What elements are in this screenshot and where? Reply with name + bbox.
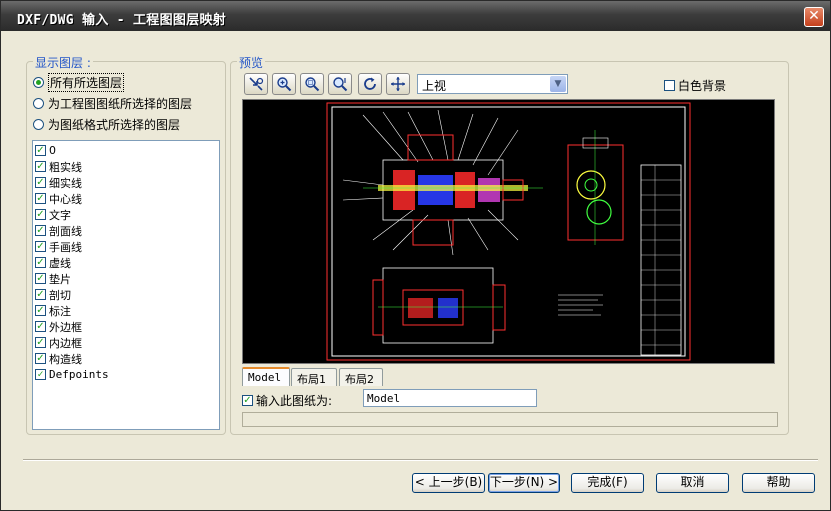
layer-label: 构造线 [49, 352, 82, 366]
layer-label: 剖切 [49, 288, 71, 302]
layer-label: 剖面线 [49, 224, 82, 238]
layer-label: Defpoints [49, 368, 109, 381]
layer-label: 粗实线 [49, 160, 82, 174]
layer-checkbox[interactable]: ✓ [35, 225, 46, 236]
layer-label: 虚线 [49, 256, 71, 270]
radio-all-selected-layers[interactable]: 所有所选图层 [33, 72, 125, 92]
zoom-area-button[interactable] [328, 73, 352, 95]
radio-circle[interactable] [33, 76, 44, 88]
view-orientation-select[interactable]: 上视 ▼ [417, 74, 568, 94]
layer-item[interactable]: ✓ 细实线 [35, 175, 82, 190]
import-sheet-label: 输入此图纸为: [256, 394, 333, 408]
layer-label: 垫片 [49, 272, 71, 286]
layer-item[interactable]: ✓ 0 [35, 143, 56, 158]
layer-item[interactable]: ✓ 外边框 [35, 319, 82, 334]
radio-drawing-sheet-layers[interactable]: 为工程图图纸所选择的图层 [33, 95, 192, 111]
layer-checkbox[interactable]: ✓ [35, 305, 46, 316]
layer-checkbox[interactable]: ✓ [35, 145, 46, 156]
layer-checkbox[interactable]: ✓ [35, 337, 46, 348]
layer-label: 外边框 [49, 320, 82, 334]
radio-label: 为工程图图纸所选择的图层 [48, 96, 193, 111]
layer-list[interactable]: ✓ 0 ✓ 粗实线 ✓ 细实线 ✓ 中心线 ✓ 文字 ✓ 剖面线 ✓ 手画线 ✓ 虚线 ✓ 垫片 … [32, 140, 220, 430]
white-background-checkbox[interactable] [664, 80, 675, 91]
layer-item[interactable]: ✓ 垫片 [35, 271, 71, 286]
title-bar[interactable]: DXF/DWG 输入 - 工程图图层映射 ✕ [1, 1, 830, 31]
layer-item[interactable]: ✓ 标注 [35, 303, 71, 318]
layer-checkbox[interactable]: ✓ [35, 209, 46, 220]
layer-checkbox[interactable]: ✓ [35, 257, 46, 268]
layer-item[interactable]: ✓ 虚线 [35, 255, 71, 270]
import-sheet-option[interactable]: ✓ 输入此图纸为: [242, 392, 332, 409]
layer-label: 文字 [49, 208, 71, 222]
layer-item[interactable]: ✓ 剖切 [35, 287, 71, 302]
layer-checkbox[interactable]: ✓ [35, 177, 46, 188]
layer-checkbox[interactable]: ✓ [35, 161, 46, 172]
close-icon: ✕ [808, 8, 820, 24]
display-layers-label: 显示图层 : [33, 54, 93, 71]
radio-circle[interactable] [33, 118, 44, 130]
dialog-window: DXF/DWG 输入 - 工程图图层映射 ✕ 显示图层 : 所有所选图层 为工程… [0, 0, 831, 511]
tab-layout1[interactable]: 布局1 [291, 368, 337, 386]
layer-item[interactable]: ✓ 中心线 [35, 191, 82, 206]
layer-item[interactable]: ✓ 剖面线 [35, 223, 82, 238]
layer-item[interactable]: ✓ Defpoints [35, 367, 109, 382]
layer-label: 标注 [49, 304, 71, 318]
layer-checkbox[interactable]: ✓ [35, 193, 46, 204]
zoom-area-icon [333, 77, 348, 92]
zoom-window-button[interactable] [300, 73, 324, 95]
white-background-label: 白色背景 [678, 79, 727, 93]
radio-circle[interactable] [33, 97, 44, 109]
help-button[interactable]: 帮助 [742, 473, 815, 493]
radio-sheet-format-layers[interactable]: 为图纸格式所选择的图层 [33, 116, 180, 132]
layer-item[interactable]: ✓ 文字 [35, 207, 71, 222]
next-button[interactable]: 下一步(N) > [488, 473, 560, 493]
layer-item[interactable]: ✓ 内边框 [35, 335, 82, 350]
cad-drawing-image [326, 102, 691, 361]
zoom-to-fit-icon [249, 77, 264, 91]
layer-label: 内边框 [49, 336, 82, 350]
layer-checkbox[interactable]: ✓ [35, 353, 46, 364]
preview-label: 预览 [237, 54, 266, 71]
layer-item[interactable]: ✓ 手画线 [35, 239, 82, 254]
radio-label: 所有所选图层 [48, 72, 125, 92]
pan-button[interactable] [386, 73, 410, 95]
chevron-down-icon[interactable]: ▼ [550, 76, 566, 92]
tab-model[interactable]: Model [242, 367, 290, 386]
layer-label: 细实线 [49, 176, 82, 190]
cancel-button[interactable]: 取消 [656, 473, 729, 493]
close-button[interactable]: ✕ [804, 7, 824, 27]
rotate-button[interactable] [358, 73, 382, 95]
zoom-in-out-icon [277, 77, 292, 92]
layer-checkbox[interactable]: ✓ [35, 241, 46, 252]
layer-checkbox[interactable]: ✓ [35, 273, 46, 284]
layer-label: 0 [49, 144, 56, 157]
zoom-in-out-button[interactable] [272, 73, 296, 95]
layer-checkbox[interactable]: ✓ [35, 321, 46, 332]
view-orientation-value: 上视 [422, 79, 447, 93]
layer-item[interactable]: ✓ 构造线 [35, 351, 82, 366]
separator [23, 459, 818, 461]
drawing-preview[interactable] [242, 99, 775, 364]
pan-icon [391, 77, 405, 91]
rotate-icon [364, 77, 376, 90]
tab-layout2[interactable]: 布局2 [339, 368, 383, 386]
layer-checkbox[interactable]: ✓ [35, 289, 46, 300]
radio-label: 为图纸格式所选择的图层 [48, 117, 181, 132]
zoom-to-fit-button[interactable] [244, 73, 268, 95]
display-layers-group: 显示图层 : 所有所选图层 为工程图图纸所选择的图层 为图纸格式所选择的图层 ✓… [26, 54, 226, 435]
zoom-window-icon [305, 77, 320, 92]
back-button[interactable]: < 上一步(B) [412, 473, 485, 493]
layer-label: 中心线 [49, 192, 82, 206]
layer-checkbox[interactable]: ✓ [35, 369, 46, 380]
status-field [242, 412, 778, 427]
layer-label: 手画线 [49, 240, 82, 254]
import-sheet-checkbox[interactable]: ✓ [242, 395, 253, 406]
finish-button[interactable]: 完成(F) [571, 473, 644, 493]
sheet-name-input[interactable]: Model [363, 389, 537, 407]
layer-item[interactable]: ✓ 粗实线 [35, 159, 82, 174]
white-background-option[interactable]: 白色背景 [664, 77, 726, 94]
window-title: DXF/DWG 输入 - 工程图图层映射 [17, 13, 227, 28]
